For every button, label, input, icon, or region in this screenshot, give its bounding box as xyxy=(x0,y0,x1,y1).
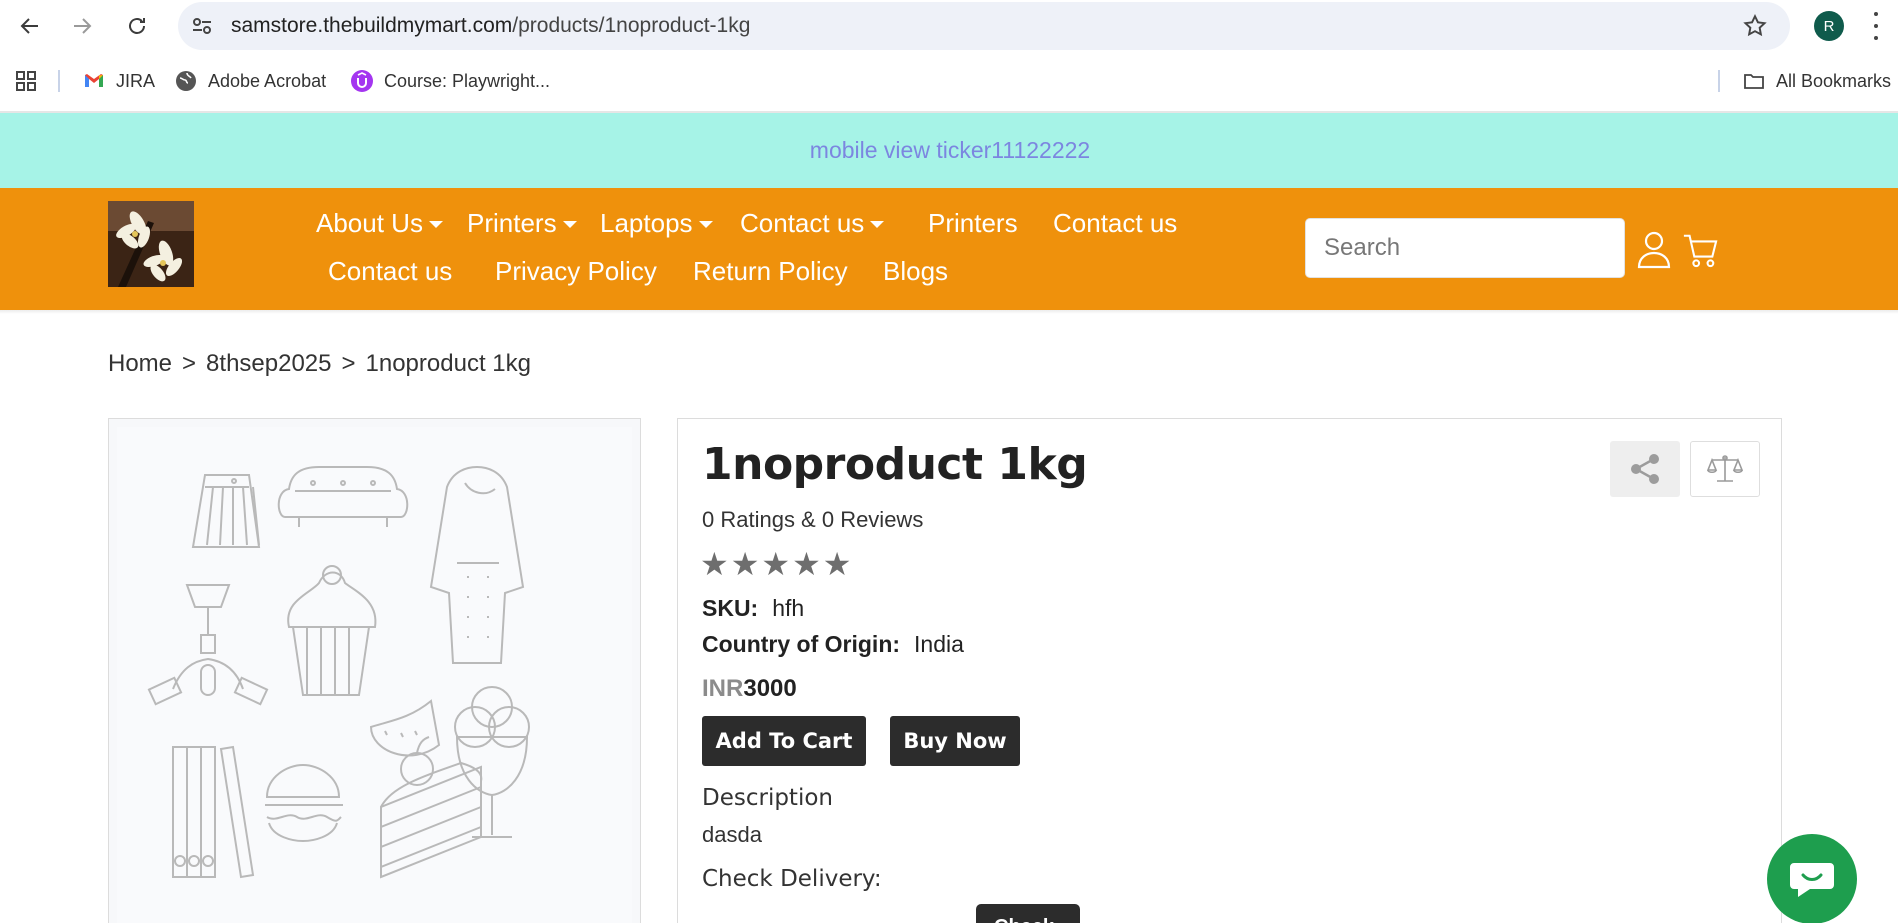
breadcrumb-separator: > xyxy=(182,350,197,377)
bookmark-course-playwright[interactable]: Course: Playwright... xyxy=(350,66,550,96)
breadcrumb-category[interactable]: 8thsep2025 xyxy=(206,350,331,378)
orchid-logo-icon xyxy=(108,201,194,287)
price-currency: INR xyxy=(702,675,744,702)
menu-label: Return Policy xyxy=(693,256,848,286)
check-delivery-heading: Check Delivery: xyxy=(702,866,882,892)
menu-laptops[interactable]: Laptops xyxy=(600,208,713,239)
menu-return-policy[interactable]: Return Policy xyxy=(693,256,848,287)
product-title: 1noproduct 1kg xyxy=(702,439,1088,490)
balance-scale-icon xyxy=(1707,455,1743,482)
header-shadow xyxy=(0,310,1898,314)
menu-printers-dropdown[interactable]: Printers xyxy=(467,208,577,239)
menu-blogs[interactable]: Blogs xyxy=(883,256,948,287)
reload-icon xyxy=(129,18,145,34)
origin-label: Country of Origin: xyxy=(702,631,901,657)
forward-button[interactable] xyxy=(66,10,98,42)
chat-icon xyxy=(1790,863,1834,897)
sku-row: SKU: hfh xyxy=(702,595,804,622)
bookmark-label: Course: Playwright... xyxy=(384,70,551,91)
menu-label: Contact us xyxy=(740,208,865,238)
menu-label: Contact us xyxy=(1053,208,1178,238)
buy-now-button[interactable]: Buy Now xyxy=(890,716,1020,766)
breadcrumb: Home > 8thsep2025 > 1noproduct 1kg xyxy=(108,350,531,378)
site-header: About Us Printers Laptops Contact us Pri… xyxy=(0,188,1898,310)
chevron-down-icon xyxy=(562,221,577,228)
back-button[interactable] xyxy=(14,10,46,42)
bookmark-star-icon[interactable] xyxy=(1742,13,1768,39)
origin-row: Country of Origin: India xyxy=(702,631,964,658)
menu-label: Blogs xyxy=(883,256,949,286)
apps-grid-icon[interactable] xyxy=(14,66,38,96)
globe-icon xyxy=(176,71,196,91)
profile-avatar[interactable]: R xyxy=(1814,11,1844,41)
bookmark-jira[interactable]: JIRA xyxy=(82,66,155,96)
menu-label: About Us xyxy=(316,208,423,238)
product-image xyxy=(117,427,632,923)
menu-contact-us-dropdown[interactable]: Contact us xyxy=(740,208,885,239)
chevron-down-icon xyxy=(698,221,713,228)
sku-label: SKU: xyxy=(702,595,759,621)
menu-label: Contact us xyxy=(328,256,453,286)
star-rating[interactable]: ★★★★★ xyxy=(700,545,853,583)
user-icon[interactable] xyxy=(1636,229,1672,269)
product-price: INR3000 xyxy=(702,675,797,703)
forward-arrow-icon xyxy=(74,18,92,34)
compare-button[interactable] xyxy=(1690,441,1760,497)
menu-contact-us-2[interactable]: Contact us xyxy=(328,256,452,287)
bookmark-adobe-acrobat[interactable]: Adobe Acrobat xyxy=(174,66,326,96)
all-bookmarks-label: All Bookmarks xyxy=(1776,70,1892,91)
bookmark-label: JIRA xyxy=(116,70,156,91)
address-bar[interactable]: samstore.thebuildmymart.com/products/1no… xyxy=(178,2,1790,50)
url-text[interactable]: samstore.thebuildmymart.com/products/1no… xyxy=(231,14,750,38)
breadcrumb-home[interactable]: Home xyxy=(108,350,172,378)
bookmark-label: Adobe Acrobat xyxy=(208,70,327,91)
chevron-down-icon xyxy=(428,221,443,228)
menu-label: Printers xyxy=(467,208,557,238)
live-chat-button[interactable] xyxy=(1767,834,1857,923)
breadcrumb-current: 1noproduct 1kg xyxy=(365,350,531,377)
site-settings-icon[interactable] xyxy=(190,14,214,38)
product-details-card: 1noproduct 1kg 0 Ratings & 0 Reviews ★★★… xyxy=(677,418,1782,923)
udemy-icon xyxy=(351,70,373,92)
menu-label: Printers xyxy=(928,208,1018,238)
menu-label: Laptops xyxy=(600,208,693,238)
product-image-card[interactable] xyxy=(108,418,641,923)
breadcrumb-separator: > xyxy=(341,350,356,377)
share-icon xyxy=(1631,454,1659,484)
menu-printers[interactable]: Printers xyxy=(928,208,1018,239)
announcement-ticker: mobile view ticker11122222 xyxy=(0,113,1898,188)
description-heading: Description xyxy=(702,785,833,811)
url-path: /products/1noproduct-1kg xyxy=(512,14,751,37)
origin-value: India xyxy=(914,631,964,657)
bookmarks-bar: JIRA Adobe Acrobat Course: Playwright...… xyxy=(0,62,1898,100)
share-button[interactable] xyxy=(1610,441,1680,497)
cart-icon[interactable] xyxy=(1682,229,1718,269)
search-box xyxy=(1305,218,1625,278)
description-text: dasda xyxy=(702,822,762,847)
placeholder-illustration-icon xyxy=(147,465,530,879)
search-input[interactable] xyxy=(1306,219,1624,277)
all-bookmarks-button[interactable]: All Bookmarks xyxy=(1742,66,1891,96)
reload-button[interactable] xyxy=(121,10,153,42)
back-arrow-icon xyxy=(20,18,38,34)
menu-privacy-policy[interactable]: Privacy Policy xyxy=(495,256,657,287)
ticker-text: mobile view ticker11122222 xyxy=(809,137,1091,163)
menu-label: Privacy Policy xyxy=(495,256,657,286)
folder-icon xyxy=(1744,74,1764,89)
price-amount: 3000 xyxy=(743,675,797,702)
menu-contact-us[interactable]: Contact us xyxy=(1053,208,1177,239)
gmail-icon xyxy=(85,74,103,87)
store-logo[interactable] xyxy=(108,201,194,287)
browser-menu-icon[interactable] xyxy=(1872,12,1880,40)
ratings-summary[interactable]: 0 Ratings & 0 Reviews xyxy=(702,507,923,533)
sku-value: hfh xyxy=(772,595,805,621)
add-to-cart-button[interactable]: Add To Cart xyxy=(702,716,866,766)
chevron-down-icon xyxy=(870,221,885,228)
url-host: samstore.thebuildmymart.com xyxy=(231,14,513,37)
bookmarks-divider xyxy=(1718,70,1720,92)
menu-about-us[interactable]: About Us xyxy=(316,208,443,239)
bookmarks-divider xyxy=(58,70,60,92)
check-delivery-button[interactable]: Check xyxy=(976,904,1080,923)
browser-toolbar: samstore.thebuildmymart.com/products/1no… xyxy=(0,0,1898,52)
